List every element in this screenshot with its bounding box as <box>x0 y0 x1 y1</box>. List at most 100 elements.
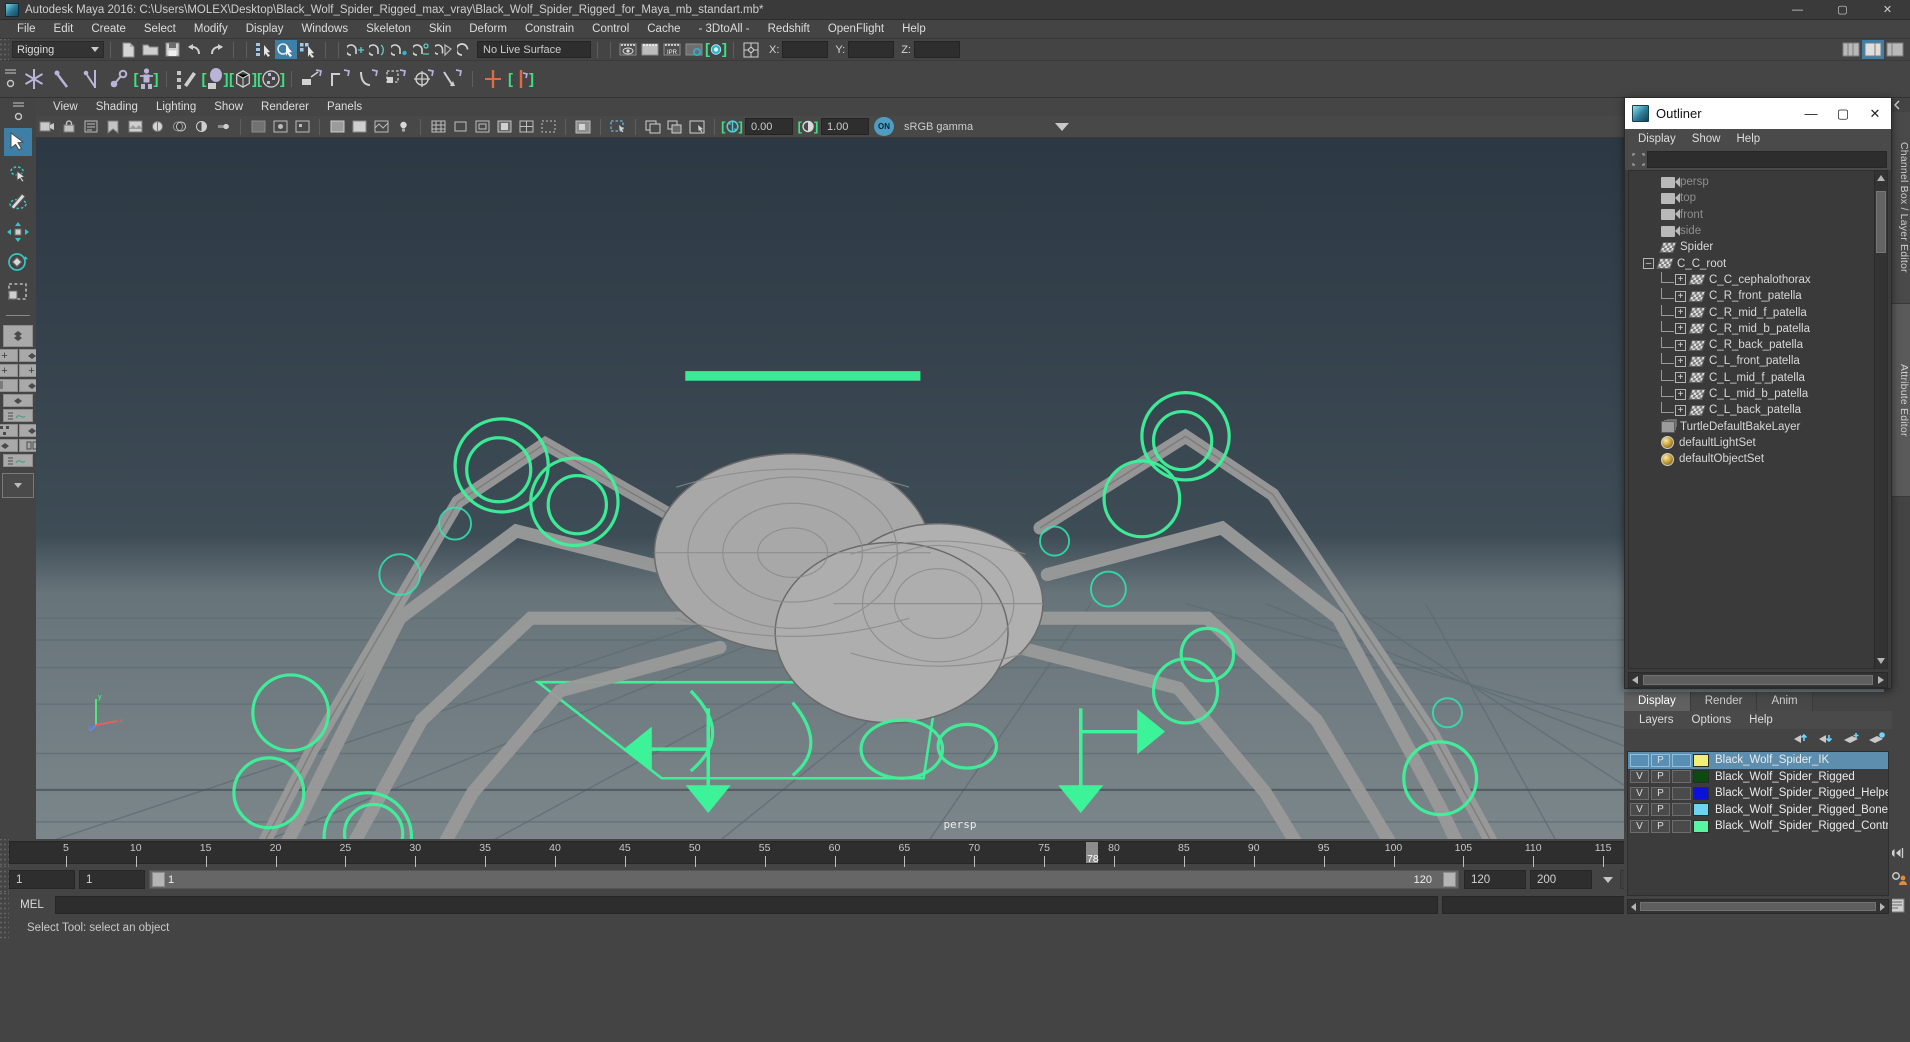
select-object-icon[interactable] <box>275 40 297 59</box>
viewport-3d[interactable]: y x z persp Symmetry: Off Soft Select: O… <box>36 138 1884 839</box>
maximize-button[interactable]: ▢ <box>1820 0 1865 20</box>
expand-toggle-icon[interactable]: + <box>1675 339 1686 351</box>
expand-toggle-icon[interactable]: + <box>1675 274 1686 286</box>
layer-visibility-toggle[interactable] <box>1630 753 1649 767</box>
snap-to-point-icon[interactable] <box>389 40 411 59</box>
create-deformer-icon[interactable]: [ ] <box>201 64 229 95</box>
point-constraint-icon[interactable] <box>326 64 354 95</box>
outliner-close-button[interactable]: ✕ <box>1859 98 1891 129</box>
range-slider-bar[interactable]: 1 120 <box>149 870 1459 889</box>
playback-start-time-field[interactable]: 1 <box>79 870 145 889</box>
viewport-menu-view[interactable]: View <box>44 98 87 116</box>
outliner-item[interactable]: + C_L_mid_b_patella <box>1629 386 1874 402</box>
camera-attributes-icon[interactable] <box>80 117 102 136</box>
scroll-down-arrow-icon[interactable] <box>1877 658 1885 664</box>
insert-joint-icon[interactable] <box>104 64 132 95</box>
outliner-vertical-scrollbar[interactable] <box>1874 171 1887 668</box>
outliner-menu-display[interactable]: Display <box>1630 133 1684 145</box>
menu-item-constrain[interactable]: Constrain <box>516 20 583 39</box>
ik-handle-tool-icon[interactable] <box>48 64 76 95</box>
render-view-icon[interactable] <box>617 40 639 59</box>
field-chart-icon[interactable] <box>515 117 537 136</box>
color-profile-chevron-icon[interactable] <box>1055 122 1069 131</box>
shelf-tab-handle[interactable] <box>0 61 20 98</box>
command-input-field[interactable] <box>55 896 1438 914</box>
redo-icon[interactable] <box>205 40 227 59</box>
layout-persp-graph-button[interactable] <box>3 394 33 407</box>
xray-active-components-icon[interactable] <box>291 117 313 136</box>
make-live-icon[interactable] <box>455 40 477 59</box>
display-layer-row[interactable]: V P Black_Wolf_Spider_Rigged_Control <box>1628 818 1888 835</box>
bind-skin-icon[interactable]: [ ] <box>132 64 160 95</box>
layout-two-panes-button[interactable]: + <box>0 349 18 362</box>
time-slider[interactable]: 5 10 15 20 25 30 35 40 45 50 55 60 65 70 75 80 85 90 95 100… <box>9 841 1682 867</box>
outliner-item[interactable]: side <box>1629 223 1874 239</box>
shadows-icon[interactable] <box>168 117 190 136</box>
image-plane-icon[interactable] <box>124 117 146 136</box>
close-button[interactable]: ✕ <box>1865 0 1910 20</box>
display-layer-row[interactable]: V P Black_Wolf_Spider_Rigged <box>1628 769 1888 786</box>
outliner-item[interactable]: + C_L_mid_f_patella <box>1629 369 1874 386</box>
expand-toggle-icon[interactable]: + <box>1675 404 1686 416</box>
spider-rig-model[interactable] <box>36 138 1884 839</box>
menu-item-windows[interactable]: Windows <box>292 20 357 39</box>
outliner-menu-show[interactable]: Show <box>1684 133 1729 145</box>
snap-to-curve-icon[interactable] <box>367 40 389 59</box>
anim-layer-chevron-icon[interactable] <box>1603 876 1613 883</box>
layer-display-type-toggle[interactable] <box>1672 819 1691 833</box>
layer-color-swatch[interactable] <box>1693 803 1709 817</box>
joint-tool-icon[interactable] <box>20 64 48 95</box>
outliner-menu-help[interactable]: Help <box>1729 133 1769 145</box>
menu-item-redshift[interactable]: Redshift <box>759 20 819 39</box>
bookmark-icon[interactable] <box>102 117 124 136</box>
scale-constraint-icon[interactable] <box>382 64 410 95</box>
viewport-menu-renderer[interactable]: Renderer <box>252 98 318 116</box>
menu-item-edit[interactable]: Edit <box>45 20 83 39</box>
selection-mask-icon[interactable] <box>740 40 762 59</box>
resolution-gate-icon[interactable] <box>471 117 493 136</box>
outliner-item[interactable]: + C_L_front_patella <box>1629 353 1874 369</box>
script-language-label[interactable]: MEL <box>9 899 55 911</box>
playback-end-time-field[interactable]: 120 <box>1464 870 1526 889</box>
layer-playback-toggle[interactable]: P <box>1651 786 1670 800</box>
layer-menu-help[interactable]: Help <box>1740 714 1782 726</box>
menu-item-cache[interactable]: Cache <box>638 20 689 39</box>
viewport-menu-show[interactable]: Show <box>205 98 252 116</box>
paint-select-tool-button[interactable] <box>4 188 32 216</box>
layer-playback-toggle[interactable]: P <box>1651 753 1670 767</box>
range-left-handle[interactable] <box>152 872 165 887</box>
create-new-layer-icon[interactable] <box>1843 732 1861 745</box>
layer-tab-anim[interactable]: Anim <box>1757 692 1813 711</box>
expand-toggle-icon[interactable]: + <box>1675 372 1686 384</box>
status-line-grip[interactable] <box>0 38 9 61</box>
outliner-item[interactable]: + C_R_back_patella <box>1629 337 1874 353</box>
layer-display-type-toggle[interactable] <box>1672 786 1691 800</box>
outliner-item[interactable]: front <box>1629 207 1874 223</box>
scale-tool-button[interactable] <box>4 278 32 306</box>
menu-item-create[interactable]: Create <box>82 20 135 39</box>
toolbox-grip-icon[interactable] <box>12 102 24 107</box>
move-layer-down-icon[interactable] <box>1818 732 1836 745</box>
menu-item-display[interactable]: Display <box>237 20 293 39</box>
snapshot-icon[interactable] <box>642 117 664 136</box>
scroll-left-arrow-icon[interactable] <box>1632 676 1638 684</box>
outliner-item[interactable]: defaultObjectSet <box>1629 451 1874 467</box>
layer-color-swatch[interactable] <box>1693 753 1709 767</box>
select-component-icon[interactable] <box>297 40 319 59</box>
select-hierarchy-icon[interactable] <box>253 40 275 59</box>
menu-item-select[interactable]: Select <box>135 20 185 39</box>
y-field[interactable] <box>848 41 895 58</box>
outliner-item[interactable]: TurtleDefaultBakeLayer <box>1629 418 1874 434</box>
ipr-render-icon[interactable]: IPR <box>661 40 683 59</box>
toolbox-settings-icon[interactable] <box>13 111 24 122</box>
layer-visibility-toggle[interactable]: V <box>1630 803 1649 817</box>
anim-end-time-field[interactable]: 200 <box>1530 870 1592 889</box>
range-right-handle[interactable] <box>1443 872 1456 887</box>
expand-toggle-icon[interactable]: + <box>1675 307 1686 319</box>
layout-persp-curve-button[interactable] <box>3 409 33 422</box>
display-layer-list[interactable]: P Black_Wolf_Spider_IK V P Black_Wolf_Spider… <box>1627 751 1889 896</box>
lock-camera-icon[interactable] <box>58 117 80 136</box>
layer-tab-display[interactable]: Display <box>1624 692 1691 711</box>
live-surface-field[interactable]: No Live Surface <box>477 41 591 58</box>
render-sequence-icon[interactable] <box>639 40 661 59</box>
